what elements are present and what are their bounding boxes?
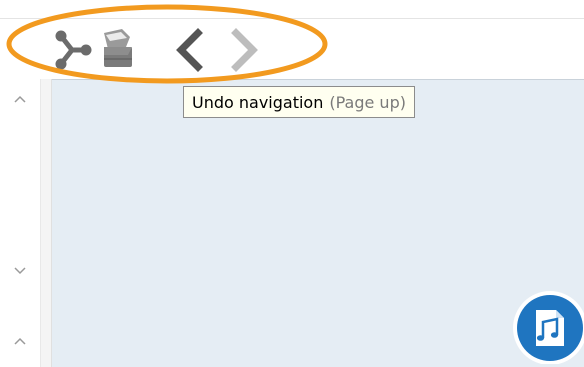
tooltip-shortcut: (Page up) <box>329 92 406 112</box>
share-node-icon <box>55 30 92 70</box>
chevron-up-icon[interactable] <box>12 93 28 105</box>
left-gutter <box>0 79 41 367</box>
pane-splitter[interactable] <box>41 79 52 367</box>
navigation-toolbar <box>0 19 584 79</box>
window-top-edge <box>0 0 584 19</box>
tooltip-label: Undo navigation <box>192 92 324 112</box>
chevron-down-icon[interactable] <box>12 265 28 277</box>
content-pane <box>52 79 584 367</box>
chevron-up-icon[interactable] <box>12 335 28 347</box>
undo-navigation-tooltip: Undo navigation (Page up) <box>183 86 415 118</box>
back-button[interactable] <box>168 24 212 76</box>
back-arrow-icon <box>176 28 203 72</box>
forward-button[interactable] <box>222 24 266 76</box>
bucket-button[interactable] <box>96 24 140 76</box>
forward-arrow-icon <box>231 28 258 72</box>
bucket-icon <box>104 29 132 67</box>
music-file-icon[interactable] <box>506 284 584 364</box>
share-button[interactable] <box>50 24 94 76</box>
app-window: Undo navigation (Page up) <box>0 0 584 367</box>
